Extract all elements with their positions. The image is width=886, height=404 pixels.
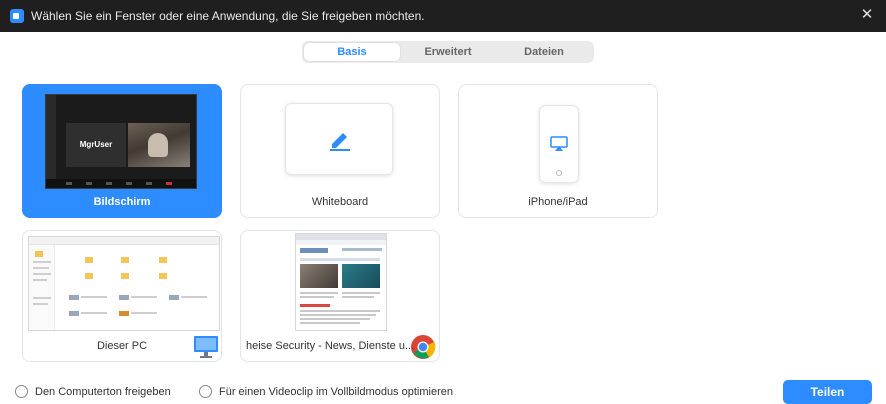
title-bar: Wählen Sie ein Fenster oder eine Anwendu… <box>0 0 886 32</box>
share-option-browser-window[interactable]: heise Security - News, Dienste u... <box>240 230 440 362</box>
airplay-icon <box>550 136 568 151</box>
tab-basis[interactable]: Basis <box>304 43 400 61</box>
optimize-video-checkbox[interactable] <box>199 385 212 398</box>
computer-audio-checkbox[interactable] <box>15 385 28 398</box>
share-option-browser-label: heise Security - News, Dienste u... <box>246 340 415 352</box>
phone-preview <box>539 105 579 183</box>
share-option-this-pc[interactable]: Dieser PC <box>22 230 222 362</box>
zoom-app-icon <box>10 9 24 23</box>
share-option-screen[interactable]: MgrUser Bildschirm <box>22 84 222 218</box>
optimize-video-label: Für einen Videoclip im Vollbildmodus opt… <box>219 385 453 398</box>
screen-thumbnail: MgrUser <box>45 94 197 189</box>
close-icon[interactable]: ✕ <box>858 6 876 24</box>
tab-erweitert[interactable]: Erweitert <box>400 43 496 61</box>
optimize-video-option[interactable]: Für einen Videoclip im Vollbildmodus opt… <box>199 385 453 398</box>
share-option-iphone-ipad[interactable]: iPhone/iPad <box>458 84 658 218</box>
browser-window-thumbnail <box>295 233 387 331</box>
share-option-whiteboard-label: Whiteboard <box>311 196 369 208</box>
share-option-iphone-label: iPhone/iPad <box>528 196 588 208</box>
computer-audio-label: Den Computerton freigeben <box>35 385 171 398</box>
computer-audio-option[interactable]: Den Computerton freigeben <box>15 385 171 398</box>
pencil-icon <box>330 133 350 151</box>
home-button-icon <box>556 170 562 176</box>
tab-dateien[interactable]: Dateien <box>496 43 592 61</box>
window-title: Wählen Sie ein Fenster oder eine Anwendu… <box>31 9 425 23</box>
share-tabs: Basis Erweitert Dateien <box>302 41 594 63</box>
participant-tile-name: MgrUser <box>66 123 126 167</box>
share-option-whiteboard[interactable]: Whiteboard <box>240 84 440 218</box>
share-option-this-pc-label: Dieser PC <box>96 340 148 352</box>
share-option-screen-label: Bildschirm <box>93 196 151 208</box>
whiteboard-preview <box>285 103 393 175</box>
file-explorer-thumbnail <box>28 236 220 331</box>
participant-video-thumbnail <box>128 123 190 167</box>
share-button[interactable]: Teilen <box>783 380 872 404</box>
